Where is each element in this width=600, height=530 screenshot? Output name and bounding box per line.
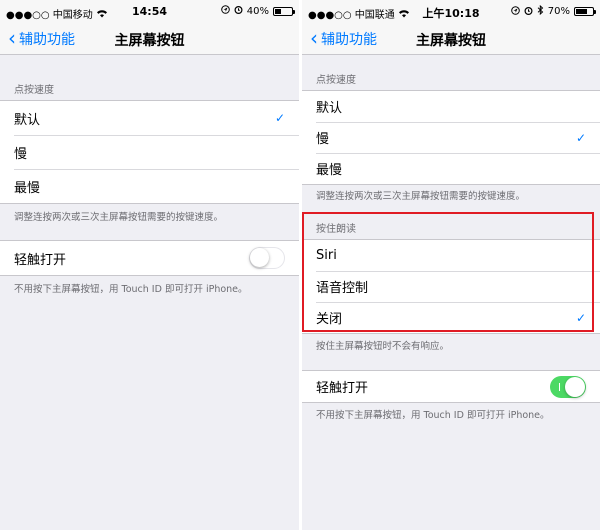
location-icon xyxy=(510,5,520,18)
status-bar: ●●●○○ 中国联通 上午10:18 70% xyxy=(302,0,600,24)
section-footer-rest: 不用按下主屏幕按钮，用 Touch ID 即可打开 iPhone。 xyxy=(316,410,550,421)
speed-option-default[interactable]: 默认 ✓ xyxy=(0,101,299,135)
battery-percent: 40% xyxy=(246,5,269,17)
rest-finger-cell: 轻触打开 xyxy=(0,241,299,275)
speed-option-slow[interactable]: 慢 ✓ xyxy=(0,135,299,169)
rest-finger-group: 轻触打开 xyxy=(0,240,299,276)
speed-option-slowest[interactable]: 最慢 ✓ xyxy=(0,169,299,203)
page-title: 主屏幕按钮 xyxy=(114,33,185,49)
status-bar: ●●●○○ 中国移动 14:54 40% xyxy=(0,0,299,24)
rest-finger-group: 轻触打开 xyxy=(302,370,600,403)
battery-icon xyxy=(273,6,295,16)
alarm-icon xyxy=(524,6,533,18)
right-phone-screen: ●●●○○ 中国联通 上午10:18 70% ‹ 辅助功能 主屏幕按钮 点按速度… xyxy=(302,0,600,530)
speed-option-slowest[interactable]: 最慢 ✓ xyxy=(302,153,600,184)
location-icon xyxy=(220,5,230,17)
rest-finger-toggle[interactable] xyxy=(550,375,586,398)
page-title: 主屏幕按钮 xyxy=(416,33,486,49)
checkmark-icon: ✓ xyxy=(274,111,285,125)
checkmark-icon: ✓ xyxy=(575,130,586,145)
section-footer-speed: 调整连按两次或三次主屏幕按钮需要的按键速度。 xyxy=(14,212,224,223)
highlight-box xyxy=(302,212,594,332)
battery-percent: 70% xyxy=(547,6,570,17)
left-phone-screen: ●●●○○ 中国移动 14:54 40% ‹ 辅助功能 主屏幕按钮 点按速度 默… xyxy=(0,0,299,530)
alarm-icon xyxy=(234,5,243,17)
battery-icon xyxy=(574,7,596,16)
section-footer-rest: 不用按下主屏幕按钮，用 Touch ID 即可打开 iPhone。 xyxy=(14,284,248,295)
bluetooth-icon xyxy=(537,4,544,18)
speed-options-group: 默认 ✓ 慢 ✓ 最慢 ✓ xyxy=(0,100,299,204)
section-footer-hold: 按住主屏幕按钮时不会有响应。 xyxy=(316,341,450,352)
section-header-speed: 点按速度 xyxy=(316,75,356,86)
rest-finger-toggle[interactable] xyxy=(249,247,285,269)
speed-option-slow[interactable]: 慢 ✓ xyxy=(302,122,600,153)
section-header-speed: 点按速度 xyxy=(14,85,54,96)
navigation-bar: ‹ 辅助功能 主屏幕按钮 xyxy=(302,24,600,55)
section-footer-speed: 调整连按两次或三次主屏幕按钮需要的按键速度。 xyxy=(316,191,526,202)
rest-finger-cell: 轻触打开 xyxy=(302,371,600,402)
speed-options-group: 默认 ✓ 慢 ✓ 最慢 ✓ xyxy=(302,90,600,185)
speed-option-default[interactable]: 默认 ✓ xyxy=(302,91,600,122)
navigation-bar: ‹ 辅助功能 主屏幕按钮 xyxy=(0,24,299,55)
